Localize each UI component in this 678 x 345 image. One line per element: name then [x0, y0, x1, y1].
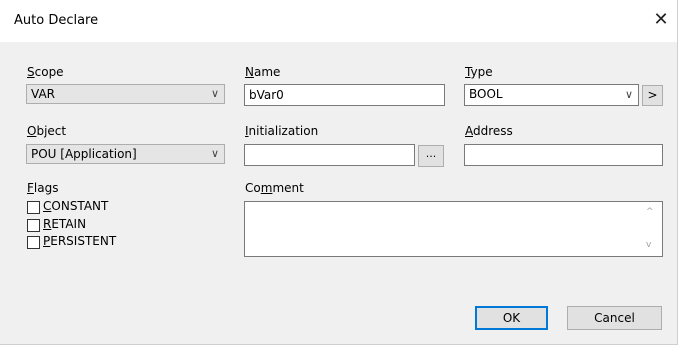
scope-dropdown[interactable]: VAR ∨ — [26, 84, 225, 104]
flag-persistent-text: ERSISTENT — [50, 234, 117, 248]
type-combobox[interactable]: BOOL ∨ — [464, 84, 639, 106]
object-label: Object — [27, 124, 66, 138]
address-label: Address — [465, 124, 513, 138]
object-label-text: bject — [36, 124, 67, 138]
flag-persistent-label: PERSISTENT — [43, 234, 116, 248]
chevron-down-icon: ∨ — [210, 147, 219, 160]
initialization-field[interactable] — [244, 144, 415, 166]
name-label-hotkey: N — [245, 65, 254, 79]
cancel-button[interactable]: Cancel — [567, 306, 662, 330]
checkbox-retain[interactable] — [27, 219, 40, 232]
address-label-hotkey: A — [465, 124, 473, 138]
scope-label: Scope — [27, 65, 64, 79]
comment-scrollbar[interactable]: ^ v — [644, 203, 661, 255]
flags-label-text: lags — [33, 181, 59, 195]
name-field[interactable]: bVar0 — [244, 84, 445, 106]
scope-value: VAR — [31, 87, 55, 101]
dialog-title: Auto Declare — [14, 13, 99, 28]
flag-retain-label: RETAIN — [43, 217, 86, 231]
scope-label-hotkey: S — [27, 65, 35, 79]
type-label-text: ype — [470, 65, 493, 79]
scope-label-text: cope — [34, 65, 64, 79]
comment-label-prefix: Co — [245, 181, 261, 195]
flags-label-hotkey: F — [27, 181, 34, 195]
name-value: bVar0 — [249, 88, 284, 102]
object-dropdown[interactable]: POU [Application] ∨ — [26, 144, 225, 164]
scroll-up-icon[interactable]: ^ — [646, 207, 654, 217]
checkbox-constant[interactable] — [27, 201, 40, 214]
name-label: Name — [245, 65, 280, 79]
scroll-down-icon[interactable]: v — [646, 240, 651, 250]
auto-declare-dialog: Auto Declare ✕ Scope VAR ∨ Name bVar0 Ty… — [0, 0, 678, 345]
chevron-down-icon: ∨ — [624, 88, 633, 101]
type-value: BOOL — [469, 87, 503, 101]
comment-label-text: ment — [272, 181, 304, 195]
close-icon[interactable]: ✕ — [649, 9, 673, 31]
title-bar: Auto Declare ✕ — [0, 0, 677, 42]
flag-retain-text: ETAIN — [51, 217, 87, 231]
checkbox-persistent[interactable] — [27, 236, 40, 249]
address-label-text: ddress — [473, 124, 513, 138]
flag-constant-text: ONSTANT — [51, 199, 109, 213]
comment-textarea[interactable]: ^ v — [244, 201, 663, 257]
initialization-label-text: nitialization — [248, 124, 319, 138]
initialization-browse-button[interactable]: ... — [418, 145, 444, 167]
chevron-down-icon: ∨ — [210, 87, 219, 100]
comment-label-hotkey: m — [260, 181, 273, 195]
flags-label: Flags — [27, 181, 58, 195]
object-value: POU [Application] — [31, 147, 137, 161]
comment-label: Comment — [245, 181, 304, 195]
type-label: Type — [465, 65, 493, 79]
name-label-text: ame — [253, 65, 281, 79]
type-browse-button[interactable]: > — [642, 85, 663, 106]
flag-constant-label: CONSTANT — [43, 199, 108, 213]
ok-button[interactable]: OK — [475, 306, 548, 330]
address-field[interactable] — [464, 144, 663, 166]
initialization-label: Initialization — [245, 124, 318, 138]
